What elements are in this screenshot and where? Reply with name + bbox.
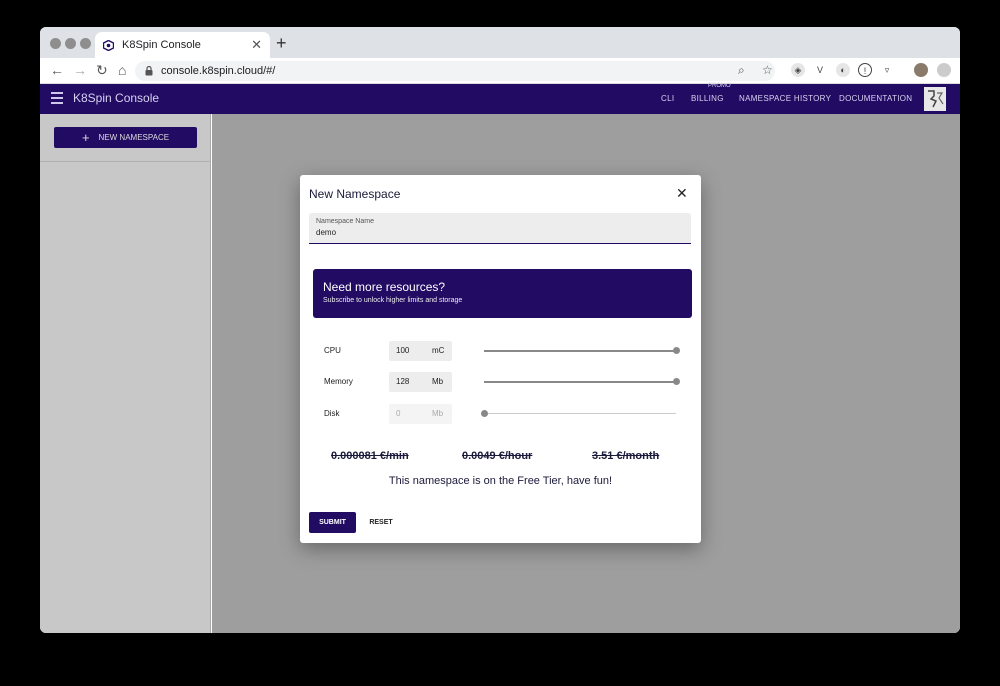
- submit-button[interactable]: SUBMIT: [309, 512, 356, 533]
- profile-avatar[interactable]: [914, 63, 928, 77]
- back-icon[interactable]: ←: [50, 62, 64, 78]
- cpu-label: CPU: [324, 346, 341, 355]
- home-icon[interactable]: ⌂: [118, 62, 126, 78]
- cpu-unit: mC: [432, 346, 445, 355]
- tab-close-icon[interactable]: ✕: [251, 37, 262, 53]
- reset-button[interactable]: RESET: [361, 512, 401, 533]
- nav-documentation[interactable]: DOCUMENTATION: [839, 94, 912, 103]
- disk-row: Disk 0 Mb: [324, 404, 694, 424]
- slider-fill: [484, 381, 676, 383]
- price-per-minute: 0.000081 €/min: [331, 450, 409, 462]
- avatar-icon: [924, 87, 946, 111]
- memory-input[interactable]: 128 Mb: [389, 372, 452, 392]
- memory-value: 128: [396, 377, 410, 386]
- close-window-button[interactable]: [50, 38, 61, 49]
- nav-namespace-history[interactable]: NAMESPACE HISTORY: [739, 94, 831, 103]
- user-avatar[interactable]: [924, 87, 946, 111]
- url-text: console.k8spin.cloud/#/: [161, 65, 276, 77]
- sidebar-divider: [40, 161, 211, 162]
- lock-icon: [145, 66, 153, 76]
- slider-thumb[interactable]: [673, 378, 680, 385]
- banner-title: Need more resources?: [323, 280, 446, 294]
- plus-icon: +: [81, 130, 90, 145]
- namespace-name-label: Namespace Name: [316, 218, 374, 225]
- extension-icon-3[interactable]: ◐: [836, 63, 850, 77]
- sidebar: + NEW NAMESPACE: [40, 114, 211, 633]
- extension-icon-1[interactable]: ◈: [791, 63, 805, 77]
- memory-unit: Mb: [432, 377, 444, 386]
- new-namespace-label: NEW NAMESPACE: [98, 133, 170, 142]
- app-title: K8Spin Console: [73, 91, 160, 105]
- reload-icon[interactable]: ↻: [96, 62, 108, 79]
- price-per-hour: 0.0049 €/hour: [462, 450, 533, 462]
- slider-thumb[interactable]: [673, 347, 680, 354]
- disk-label: Disk: [324, 409, 340, 418]
- cpu-input[interactable]: 100 mC: [389, 341, 452, 361]
- disk-input: 0 Mb: [389, 404, 452, 424]
- disk-unit: Mb: [432, 409, 444, 418]
- dialog-title: New Namespace: [309, 187, 401, 201]
- k8spin-favicon-icon: [103, 39, 114, 51]
- extension-icon-4[interactable]: !: [858, 63, 872, 77]
- disk-slider: [481, 410, 676, 417]
- extension-icon-2[interactable]: V: [813, 63, 827, 77]
- cpu-value: 100: [396, 346, 410, 355]
- minimize-window-button[interactable]: [65, 38, 76, 49]
- namespace-name-field[interactable]: Namespace Name: [309, 213, 691, 244]
- close-icon[interactable]: ✕: [676, 185, 688, 202]
- banner-subtitle: Subscribe to unlock higher limits and st…: [323, 297, 463, 304]
- memory-slider[interactable]: [484, 378, 680, 385]
- browser-tab[interactable]: K8Spin Console ✕: [95, 32, 270, 58]
- namespace-name-input[interactable]: [316, 228, 676, 237]
- extension-icon-5[interactable]: [937, 63, 951, 77]
- hamburger-menu-icon[interactable]: [51, 92, 63, 104]
- slider-thumb: [481, 410, 488, 417]
- slider-track: [484, 413, 676, 414]
- forward-icon[interactable]: →: [73, 62, 87, 78]
- app-bar: K8Spin Console PROMO CLI BILLING NAMESPA…: [40, 83, 960, 114]
- tab-strip: K8Spin Console ✕ +: [40, 27, 960, 58]
- price-summary: 0.000081 €/min 0.0049 €/hour 3.51 €/mont…: [331, 450, 671, 464]
- new-namespace-dialog: New Namespace ✕ Namespace Name Need more…: [300, 175, 701, 543]
- memory-row: Memory 128 Mb: [324, 372, 694, 392]
- new-namespace-button[interactable]: + NEW NAMESPACE: [54, 127, 197, 148]
- maximize-window-button[interactable]: [80, 38, 91, 49]
- tab-title: K8Spin Console: [122, 39, 201, 51]
- new-tab-icon[interactable]: +: [276, 33, 287, 54]
- bookmark-star-icon[interactable]: ☆: [762, 63, 773, 77]
- browser-window: K8Spin Console ✕ + ← → ↻ ⌂ console.k8spi…: [40, 27, 960, 633]
- cpu-row: CPU 100 mC: [324, 341, 694, 361]
- upgrade-banner[interactable]: Need more resources? Subscribe to unlock…: [313, 269, 692, 318]
- nav-cli[interactable]: CLI: [661, 94, 674, 103]
- browser-toolbar: ← → ↻ ⌂ console.k8spin.cloud/#/ ⌕ ☆ ◈ V …: [40, 58, 960, 84]
- price-per-month: 3.51 €/month: [592, 450, 660, 462]
- zoom-icon[interactable]: ⌕: [738, 63, 745, 78]
- cpu-slider[interactable]: [484, 347, 680, 354]
- nav-billing[interactable]: BILLING: [691, 94, 724, 103]
- disk-value: 0: [396, 409, 401, 418]
- slider-fill: [484, 350, 676, 352]
- address-bar[interactable]: console.k8spin.cloud/#/: [135, 61, 775, 81]
- pocket-icon[interactable]: ▿: [880, 63, 894, 77]
- memory-label: Memory: [324, 377, 353, 386]
- billing-promo-badge: PROMO: [708, 83, 731, 89]
- free-tier-message: This namespace is on the Free Tier, have…: [388, 475, 613, 487]
